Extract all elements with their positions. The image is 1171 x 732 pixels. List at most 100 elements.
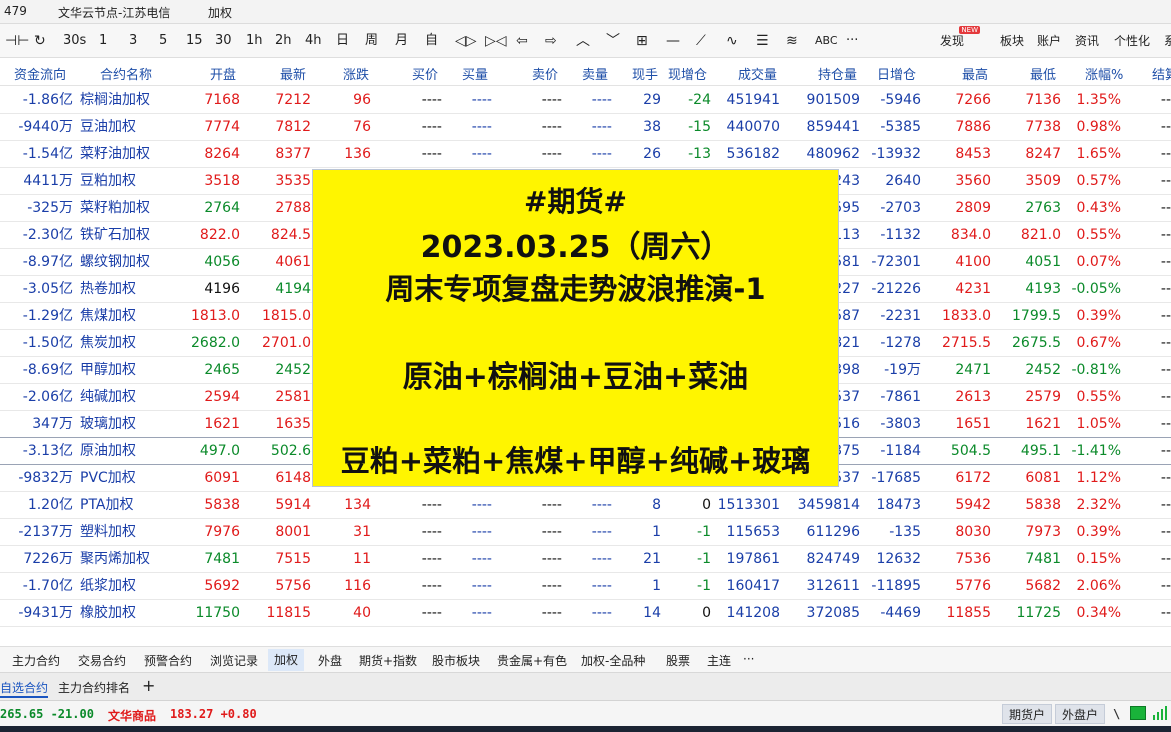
cell-bid: ---- (421, 92, 442, 108)
up-icon[interactable]: ︿ (576, 32, 590, 50)
column-header-last[interactable]: 最新 (280, 64, 306, 83)
menu-news[interactable]: 资讯 (1075, 32, 1099, 50)
table-row[interactable]: -9440万 豆油加权 7774 7812 76 ---- ---- ---- ---- 38 -1… (0, 114, 1171, 141)
cell-hinc: -1 (697, 578, 711, 594)
tab-0[interactable]: 主力合约 (12, 652, 60, 669)
period-2h[interactable]: 2h (275, 32, 292, 50)
tab-5[interactable]: 外盘 (318, 652, 342, 669)
tab-10[interactable]: 股票 (666, 652, 690, 669)
cell-askv: ---- (591, 92, 612, 108)
period-4h[interactable]: 4h (305, 32, 322, 50)
column-header-ask[interactable]: 卖价 (532, 64, 558, 83)
abc-tool[interactable]: ABC (815, 32, 838, 50)
more-tools-button[interactable]: ··· (846, 32, 858, 50)
grid-icon[interactable]: ☰ (756, 32, 769, 50)
tab-3[interactable]: 浏览记录 (210, 652, 258, 669)
table-row[interactable]: -2137万 塑料加权 7976 8001 31 ---- ---- ---- ---- 1 -1 1… (0, 519, 1171, 546)
column-header-vol[interactable]: 成交量 (738, 64, 777, 83)
table-header: 资金流向 合约名称 开盘 最新 涨跌 买价 买量 卖价 卖量 现手 现增仓 成交量 持仓量 日增仓 最高 最低… (0, 58, 1171, 86)
period-week[interactable]: 周 (365, 32, 378, 50)
subtab-main-ranking[interactable]: 主力合约排名 (58, 679, 130, 696)
tab-12[interactable]: ··· (743, 652, 754, 666)
menu-system[interactable]: 系 (1164, 32, 1171, 50)
period-5[interactable]: 5 (159, 32, 167, 50)
cell-open: 1621 (204, 416, 240, 432)
period-month[interactable]: 月 (395, 32, 408, 50)
cell-doi: -13932 (871, 146, 921, 162)
tab-7[interactable]: 股市板块 (432, 652, 480, 669)
overlay-title: 周末专项复盘走势波浪推演-1 (385, 272, 766, 306)
foreign-account-button[interactable]: 外盘户 (1055, 704, 1106, 724)
tab-11[interactable]: 主连 (707, 652, 731, 669)
cell-oi: 3459814 (797, 497, 860, 513)
futures-account-button[interactable]: 期货户 (1002, 704, 1053, 724)
subtab-watchlist[interactable]: 自选合约 (0, 679, 49, 698)
column-header-low[interactable]: 最低 (1030, 64, 1056, 83)
tab-9[interactable]: 加权-全品种 (581, 652, 645, 669)
period-15[interactable]: 15 (186, 32, 203, 50)
column-header-hinc[interactable]: 现增仓 (668, 64, 707, 83)
table-row[interactable]: 7226万 聚丙烯加权 7481 7515 11 ---- ---- ---- ---- 21 -1… (0, 546, 1171, 573)
menu-account[interactable]: 账户 (1037, 32, 1061, 50)
zoom-out-icon[interactable]: ▷◁ (485, 32, 507, 50)
period-day[interactable]: 日 (336, 32, 349, 50)
cell-open: 7976 (204, 524, 240, 540)
refresh-icon[interactable]: ↻ (34, 32, 46, 50)
promo-overlay: #期货# 2023.03.25（周六） 周末专项复盘走势波浪推演-1 原油+棕榈… (312, 169, 839, 487)
period-3[interactable]: 3 (129, 32, 137, 50)
cell-low: 2675.5 (1012, 335, 1061, 351)
right-icon[interactable]: ⇨ (545, 32, 557, 50)
cell-ask: ---- (541, 551, 562, 567)
draw-icon[interactable]: ⟋ (696, 32, 706, 50)
menu-sector[interactable]: 板块 (1000, 32, 1024, 50)
tab-6[interactable]: 期货+指数 (359, 652, 417, 669)
line-icon[interactable]: — (666, 32, 680, 50)
table-row[interactable]: -1.70亿 纸浆加权 5692 5756 116 ---- ---- ---- ---- 1 -1… (0, 573, 1171, 600)
table-row[interactable]: -9431万 橡胶加权 11750 11815 40 ---- ---- ---- ---- 14… (0, 600, 1171, 627)
cell-low: 4193 (1025, 281, 1061, 297)
cell-hand: 14 (643, 605, 661, 621)
menu-personalize[interactable]: 个性化 (1114, 32, 1150, 50)
period-30[interactable]: 30 (215, 32, 232, 50)
period-1h[interactable]: 1h (246, 32, 263, 50)
column-header-chg[interactable]: 涨跌 (343, 64, 369, 83)
column-header-name[interactable]: 合约名称 (100, 64, 152, 83)
cell-hinc: -13 (688, 146, 711, 162)
tab-1[interactable]: 交易合约 (78, 652, 126, 669)
table-row[interactable]: -1.86亿 棕榈油加权 7168 7212 96 ---- ---- ---- ---- 29 -… (0, 87, 1171, 114)
table-row[interactable]: -1.54亿 菜籽油加权 8264 8377 136 ---- ---- ---- ---- 26… (0, 141, 1171, 168)
left-icon[interactable]: ⇦ (516, 32, 528, 50)
down-icon[interactable]: ﹀ (606, 32, 620, 50)
split-icon[interactable]: ⊣⊢ (5, 32, 29, 50)
cell-bid: ---- (421, 551, 442, 567)
wave-icon[interactable]: ∿ (726, 32, 738, 50)
cell-oi: 480962 (806, 146, 860, 162)
index-quote-2: 183.27 +0.80 (170, 707, 257, 721)
period-custom[interactable]: 自 (425, 32, 438, 50)
column-header-settle[interactable]: 结算 (1152, 64, 1171, 83)
column-header-pct[interactable]: 涨幅% (1085, 64, 1123, 83)
table-row[interactable]: 1.20亿 PTA加权 5838 5914 134 ---- ---- ---- ---- 8 0 1… (0, 492, 1171, 519)
column-header-doi[interactable]: 日增仓 (877, 64, 916, 83)
tab-8[interactable]: 贵金属+有色 (497, 652, 567, 669)
column-header-askv[interactable]: 卖量 (582, 64, 608, 83)
zoom-in-icon[interactable]: ◁▷ (455, 32, 477, 50)
column-header-high[interactable]: 最高 (962, 64, 988, 83)
column-header-bidv[interactable]: 买量 (462, 64, 488, 83)
column-header-flow[interactable]: 资金流向 (14, 64, 66, 83)
add-tab-button[interactable]: + (142, 676, 155, 695)
column-header-bid[interactable]: 买价 (412, 64, 438, 83)
discover-label: 发现 (940, 34, 965, 48)
column-header-hand[interactable]: 现手 (632, 64, 658, 83)
column-header-open[interactable]: 开盘 (210, 64, 236, 83)
tab-4[interactable]: 加权 (268, 649, 305, 671)
cell-flow: -8.69亿 (22, 362, 73, 378)
discover-menu[interactable]: 发现 NEW (940, 26, 981, 50)
fan-icon[interactable]: ≋ (786, 32, 798, 50)
period-30s[interactable]: 30s (63, 32, 86, 50)
cell-vol: 451941 (726, 92, 780, 108)
layout-icon[interactable]: ⊞ (636, 32, 648, 50)
column-header-oi[interactable]: 持仓量 (818, 64, 857, 83)
period-1[interactable]: 1 (99, 32, 107, 50)
tab-2[interactable]: 预警合约 (144, 652, 192, 669)
